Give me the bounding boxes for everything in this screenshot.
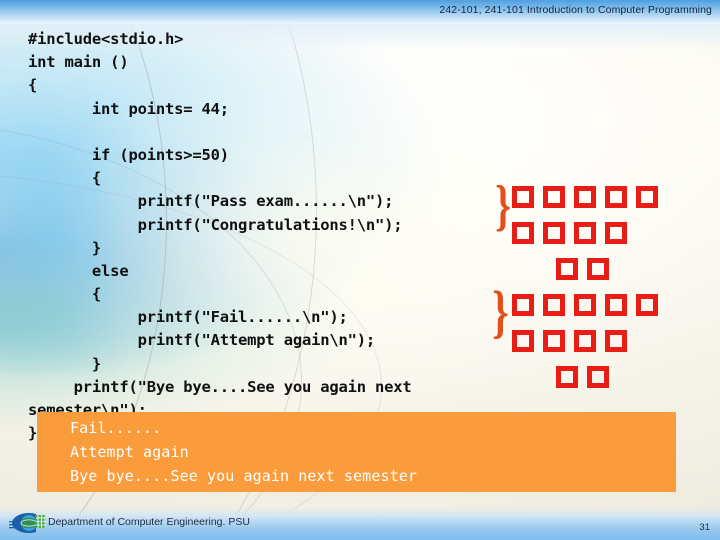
missing-glyph-box: [512, 294, 534, 316]
code-line: else: [28, 261, 129, 280]
code-line: {: [28, 169, 102, 188]
brace-else-branch: }: [492, 279, 509, 344]
missing-glyph-box: [574, 294, 596, 316]
brace-if-branch: }: [495, 175, 511, 237]
missing-glyph-box: [512, 186, 534, 208]
page-number: 31: [699, 522, 710, 533]
code-line: int points= 44;: [28, 99, 229, 118]
missing-glyph-box: [556, 366, 578, 388]
missing-glyph-box: [574, 186, 596, 208]
missing-glyph-box: [574, 222, 596, 244]
missing-glyph-box: [556, 258, 578, 280]
code-line: printf("Pass exam......\n");: [28, 192, 394, 211]
code-line: int main (): [28, 53, 129, 72]
missing-glyph-box: [512, 222, 534, 244]
missing-glyph-box: [543, 222, 565, 244]
annotation-glyphs-else-branch: [512, 294, 667, 402]
code-line: {: [28, 285, 102, 304]
annotation-glyph-row: [512, 186, 667, 222]
missing-glyph-box: [512, 330, 534, 352]
missing-glyph-box: [574, 330, 596, 352]
course-header-title: 242-101, 241-101 Introduction to Compute…: [439, 4, 712, 16]
code-line: if (points>=50): [28, 145, 229, 164]
annotation-glyph-row: [512, 222, 667, 258]
code-line: printf("Congratulations!\n");: [28, 215, 403, 234]
footer-department-text: Department of Computer Engineering. PSU: [48, 516, 250, 528]
missing-glyph-box: [605, 294, 627, 316]
annotation-glyphs-if-branch: [512, 186, 667, 294]
annotation-glyph-row: [512, 294, 667, 330]
annotation-glyph-row: [556, 366, 667, 402]
code-line: printf("Bye bye....See you again next: [28, 377, 412, 396]
missing-glyph-box: [636, 294, 658, 316]
code-line: }: [28, 238, 102, 257]
missing-glyph-box: [605, 222, 627, 244]
psu-globe-logo: [9, 513, 46, 533]
code-line: {: [28, 76, 38, 95]
code-line: #include<stdio.h>: [28, 30, 184, 48]
output-line: Attempt again: [70, 443, 189, 461]
missing-glyph-box: [605, 330, 627, 352]
missing-glyph-box: [543, 186, 565, 208]
output-line: Fail......: [70, 419, 162, 437]
missing-glyph-box: [543, 330, 565, 352]
missing-glyph-box: [636, 186, 658, 208]
code-line: printf("Attempt again\n");: [28, 331, 376, 350]
slide: 242-101, 241-101 Introduction to Compute…: [0, 0, 720, 540]
output-line: Bye bye....See you again next semester: [70, 467, 417, 485]
annotation-glyph-row: [512, 330, 667, 366]
code-line: }: [28, 354, 102, 373]
program-output-text: Fail...... Attempt again Bye bye....See yo…: [70, 416, 417, 488]
missing-glyph-box: [587, 366, 609, 388]
missing-glyph-box: [587, 258, 609, 280]
annotation-glyph-row: [556, 258, 667, 294]
missing-glyph-box: [605, 186, 627, 208]
missing-glyph-box: [543, 294, 565, 316]
code-line: printf("Fail......\n");: [28, 308, 348, 327]
code-block: #include<stdio.h> int main () { int points…: [28, 28, 528, 445]
